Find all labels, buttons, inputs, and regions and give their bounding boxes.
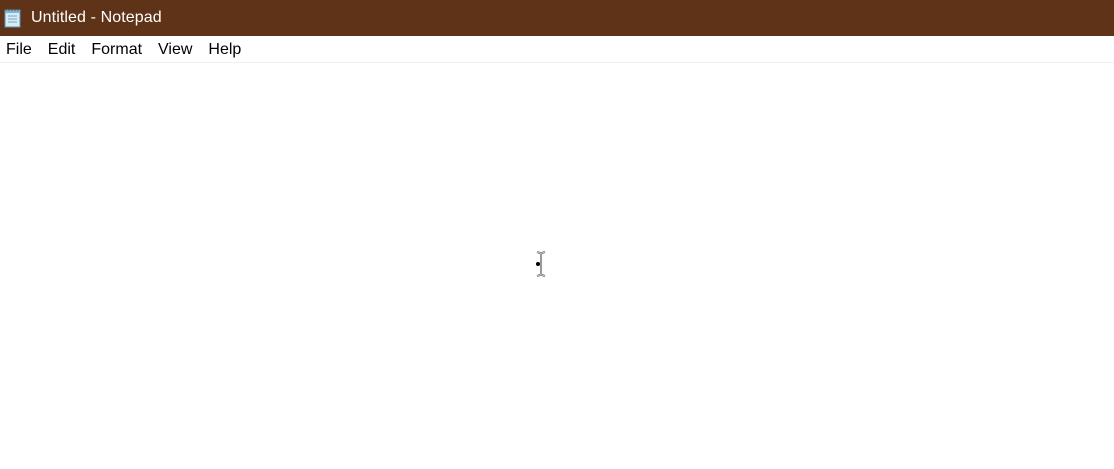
menu-file[interactable]: File (0, 36, 40, 63)
text-cursor-icon (534, 250, 548, 278)
menu-edit[interactable]: Edit (40, 36, 84, 63)
title-bar[interactable]: Untitled - Notepad (0, 0, 1114, 36)
notepad-icon (2, 7, 24, 29)
menu-help[interactable]: Help (200, 36, 249, 63)
menu-format[interactable]: Format (83, 36, 150, 63)
text-editor-area[interactable] (0, 64, 1114, 469)
window-title: Untitled - Notepad (31, 9, 162, 26)
notepad-window: Untitled - Notepad File Edit Format View… (0, 0, 1114, 469)
menu-view[interactable]: View (150, 36, 200, 63)
menu-bar: File Edit Format View Help (0, 36, 1114, 63)
